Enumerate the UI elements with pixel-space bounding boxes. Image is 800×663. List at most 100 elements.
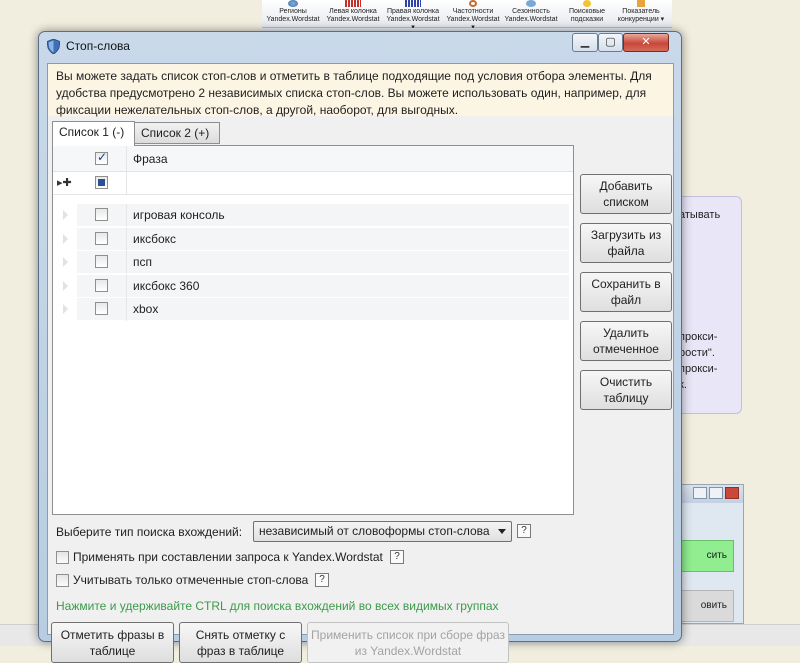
load-from-file-button[interactable]: Загрузить из файла (580, 223, 672, 263)
row-checkbox[interactable] (95, 302, 108, 315)
ribbon-regions[interactable]: Регионы Yandex.Wordstat (264, 0, 322, 24)
row-arrow-icon (63, 257, 68, 267)
background-ribbon: Регионы Yandex.Wordstat Левая колонка Ya… (262, 0, 672, 31)
magnifier-icon (469, 0, 477, 7)
tab-list-1[interactable]: Список 1 (-) (52, 121, 135, 146)
apply-wordstat-help-icon[interactable]: ? (390, 550, 404, 564)
table-row[interactable]: иксбокс 360 (53, 275, 573, 298)
ctrl-hint: Нажмите и удерживайте CTRL для поиска вх… (56, 599, 499, 613)
row-checkbox[interactable] (95, 232, 108, 245)
maximize-icon[interactable] (709, 487, 723, 499)
only-checked-checkbox[interactable] (56, 574, 69, 587)
row-check-cell (77, 275, 127, 298)
new-row-indicator: ▸✚ (53, 172, 77, 194)
ribbon-hints[interactable]: Поисковые подсказки (558, 0, 616, 24)
row-arrow-icon (63, 281, 68, 291)
background-gray-button[interactable]: овить (678, 590, 734, 622)
close-icon: ✕ (641, 36, 651, 48)
close-icon[interactable] (725, 487, 739, 499)
row-check-cell (77, 251, 127, 274)
apply-wordstat-label[interactable]: Применять при составлении запроса к Yand… (73, 550, 383, 564)
ribbon-seasonality-label: Сезонность Yandex.Wordstat (504, 8, 558, 23)
new-row-phrase-cell[interactable] (127, 172, 573, 194)
row-checkbox[interactable] (95, 208, 108, 221)
header-indicator-cell (53, 146, 77, 171)
columns-red-icon (345, 0, 361, 7)
hint-icon (583, 0, 591, 7)
ribbon-hints-label: Поисковые подсказки (568, 8, 605, 23)
ribbon-seasonality[interactable]: Сезонность Yandex.Wordstat (502, 0, 560, 24)
select-all-checkbox[interactable] (95, 150, 108, 165)
chevron-down-icon (498, 529, 506, 534)
search-type-select[interactable]: независимый от словоформы стоп-слова (253, 521, 512, 542)
only-checked-help-icon[interactable]: ? (315, 573, 329, 587)
row-check-cell (77, 228, 127, 251)
save-to-file-button[interactable]: Сохранить в файл (580, 272, 672, 312)
ribbon-regions-label: Регионы Yandex.Wordstat (266, 8, 320, 23)
row-indicator (53, 204, 77, 227)
close-button[interactable]: ✕ (623, 33, 669, 52)
shield-icon (47, 39, 60, 54)
apply-wordstat-checkbox[interactable] (56, 551, 69, 564)
row-indicator (53, 251, 77, 274)
columns-blue-icon (405, 0, 421, 7)
table-row[interactable]: xbox (53, 298, 573, 321)
minimize-button[interactable]: ▁ (572, 33, 598, 52)
header-phrase[interactable]: Фраза (127, 146, 573, 171)
only-checked-label[interactable]: Учитывать только отмеченные стоп-слова (73, 573, 308, 587)
stop-words-dialog: Стоп-слова ▁ ▢ ✕ Вы можете задать список… (38, 31, 682, 663)
apply-list-button[interactable]: Применить список при сборе фраз из Yande… (307, 622, 509, 663)
row-arrow-icon (63, 304, 68, 314)
tab-list-2[interactable]: Список 2 (+) (134, 122, 220, 144)
ribbon-left-column[interactable]: Левая колонка Yandex.Wordstat (324, 0, 382, 24)
new-row-checkbox[interactable] (95, 176, 108, 189)
maximize-button[interactable]: ▢ (598, 33, 623, 52)
ribbon-competition-label: Показатель конкуренции ▾ (617, 8, 665, 23)
row-phrase[interactable]: иксбокс 360 (127, 275, 573, 298)
new-row[interactable]: ▸✚ (53, 172, 573, 195)
row-indicator (53, 228, 77, 251)
row-check-cell (77, 298, 127, 321)
unmark-phrases-button[interactable]: Снять отметку с фраз в таблице (179, 622, 302, 663)
minimize-icon: ▁ (580, 36, 590, 48)
row-checkbox[interactable] (95, 279, 108, 292)
table-row[interactable]: иксбокс (53, 228, 573, 251)
dialog-titlebar[interactable]: Стоп-слова ▁ ▢ ✕ (39, 32, 681, 62)
clear-table-button[interactable]: Очистить таблицу (580, 370, 672, 410)
add-list-button[interactable]: Добавить списком (580, 174, 672, 214)
row-arrow-icon (63, 210, 68, 220)
maximize-icon: ▢ (605, 36, 616, 48)
background-green-button[interactable]: сить (678, 540, 734, 572)
row-phrase[interactable]: игровая консоль (127, 204, 573, 227)
search-type-value: независимый от словоформы стоп-слова (259, 524, 490, 538)
row-phrase[interactable]: псп (127, 251, 573, 274)
minimize-icon[interactable] (693, 487, 707, 499)
dialog-client: Вы можете задать список стоп-слов и отме… (47, 63, 674, 663)
stop-words-grid[interactable]: Фраза ▸✚ игровая консоль (53, 146, 573, 514)
row-indicator (53, 298, 77, 321)
row-phrase[interactable]: xbox (127, 298, 573, 321)
dialog-title: Стоп-слова (66, 39, 130, 53)
header-check-cell (77, 146, 127, 171)
search-type-help-icon[interactable]: ? (517, 524, 531, 538)
globe-icon (288, 0, 298, 7)
table-row[interactable]: игровая консоль (53, 204, 573, 227)
side-panel-line: прокси- (679, 331, 718, 343)
info-text: Вы можете задать список стоп-слов и отме… (48, 64, 673, 117)
tab-panel: Фраза ▸✚ игровая консоль (52, 145, 574, 515)
row-phrase[interactable]: иксбокс (127, 228, 573, 251)
row-checkbox[interactable] (95, 255, 108, 268)
row-arrow-icon (63, 234, 68, 244)
new-row-check-cell (77, 172, 127, 194)
grid-header: Фраза (53, 146, 573, 172)
delete-checked-button[interactable]: Удалить отмеченное (580, 321, 672, 361)
mark-phrases-button[interactable]: Отметить фразы в таблице (51, 622, 174, 663)
ribbon-competition[interactable]: Показатель конкуренции ▾ (612, 0, 670, 24)
row-check-cell (77, 204, 127, 227)
table-row[interactable]: псп (53, 251, 573, 274)
search-type-label: Выберите тип поиска вхождений: (56, 525, 243, 539)
ribbon-left-column-label: Левая колонка Yandex.Wordstat (326, 8, 380, 23)
side-panel-line: атывать (679, 209, 721, 221)
side-panel-line: рости". (679, 347, 715, 359)
new-row-icon: ▸✚ (57, 177, 72, 189)
